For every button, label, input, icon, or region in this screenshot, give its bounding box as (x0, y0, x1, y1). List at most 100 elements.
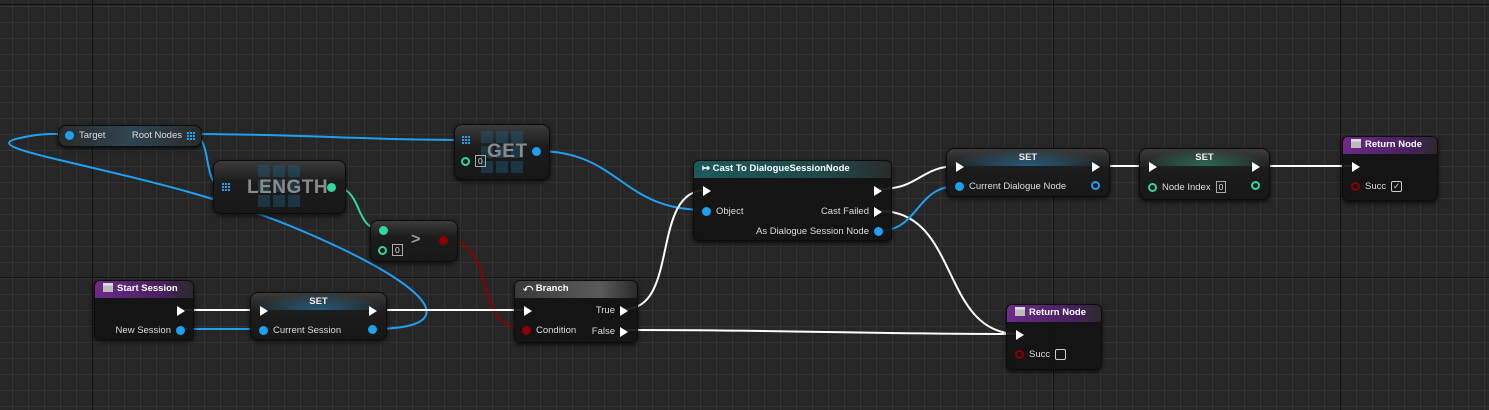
exec-out-pin[interactable] (1092, 162, 1100, 172)
node-title: SET (947, 149, 1109, 166)
node-title: Branch (535, 283, 569, 294)
branch-node[interactable]: ⤺ Branch True Condition False (514, 280, 638, 343)
cast-failed-pin[interactable]: Cast Failed (821, 206, 882, 217)
succ-checkbox[interactable] (1055, 349, 1067, 360)
exec-pin-icon (620, 326, 628, 337)
object-pin-icon (368, 325, 377, 334)
exec-in-pin[interactable] (1016, 330, 1024, 340)
false-pin[interactable]: False (592, 326, 628, 337)
array-pin-icon (187, 131, 195, 140)
node-title: LENGTH (247, 177, 329, 198)
index-pin[interactable]: 0 (461, 155, 486, 167)
greater-than-node[interactable]: > 0 (370, 220, 458, 262)
exec-pin-icon (1352, 162, 1360, 172)
wire-root-to-get (189, 133, 467, 141)
array-in-pin[interactable] (222, 183, 230, 191)
pin-label: Current Session (273, 325, 342, 336)
function-icon (1015, 307, 1025, 316)
object-pin[interactable]: Object (702, 206, 743, 217)
b-input[interactable]: 0 (392, 244, 403, 256)
node-title: SET (251, 293, 386, 310)
int-pin-icon (327, 183, 336, 192)
pin-label: Succ (1365, 181, 1387, 192)
exec-in-pin[interactable] (1149, 162, 1157, 172)
start-session-node[interactable]: Start Session New Session (94, 280, 194, 340)
set-current-session-node[interactable]: SET Current Session (250, 292, 387, 340)
exec-pin-icon (1149, 162, 1157, 172)
succ-pin[interactable]: Succ ✓ (1351, 181, 1403, 192)
exec-pin-icon (874, 186, 882, 196)
succ-pin[interactable]: Succ (1015, 349, 1067, 360)
output-pin[interactable] (1251, 181, 1260, 190)
array-in-pin[interactable] (462, 136, 470, 144)
exec-pin-icon (369, 306, 377, 316)
node-title: Start Session (117, 283, 178, 294)
index-input[interactable]: 0 (475, 155, 486, 167)
node-title: > (411, 231, 421, 248)
cast-node[interactable]: ↦ Cast To DialogueSessionNode Object Cas… (693, 160, 892, 241)
node-header: Return Node (1007, 305, 1101, 322)
output-pin[interactable] (368, 325, 377, 334)
bool-pin-icon (522, 326, 531, 335)
pin-label: Current Dialogue Node (969, 181, 1067, 192)
exec-in-pin[interactable] (703, 186, 711, 196)
node-title: GET (487, 141, 528, 162)
get-out-pin[interactable] (532, 147, 541, 156)
exec-out-pin[interactable] (874, 186, 882, 196)
exec-in-pin[interactable] (956, 162, 964, 172)
node-index-input[interactable]: 0 (1215, 181, 1227, 193)
true-pin[interactable]: True (596, 305, 628, 316)
root-nodes-variable-node[interactable]: Target Root Nodes (58, 125, 202, 147)
root-nodes-pin[interactable]: Root Nodes (132, 130, 195, 141)
return-node-fail[interactable]: Return Node Succ (1006, 304, 1102, 370)
exec-in-pin[interactable] (260, 306, 268, 316)
b-pin[interactable]: 0 (378, 244, 403, 256)
condition-pin[interactable]: Condition (522, 325, 576, 336)
object-pin-icon (65, 131, 74, 140)
exec-in-pin[interactable] (524, 306, 532, 316)
int-pin-icon (1251, 181, 1260, 190)
exec-out-pin[interactable] (1252, 162, 1260, 172)
set-current-dialogue-node[interactable]: SET Current Dialogue Node (946, 148, 1110, 197)
a-pin[interactable] (379, 226, 388, 235)
cast-icon: ↦ (702, 163, 713, 174)
array-pin-icon (462, 136, 470, 144)
branch-icon: ⤺ (523, 283, 536, 294)
return-node-success[interactable]: Return Node Succ ✓ (1342, 136, 1438, 201)
as-dialogue-session-node-pin[interactable]: As Dialogue Session Node (756, 226, 883, 237)
exec-pin-icon (956, 162, 964, 172)
set-node-index-node[interactable]: SET Node Index 0 (1139, 148, 1270, 200)
object-pin-icon (176, 326, 185, 335)
exec-out-pin[interactable] (177, 306, 185, 316)
current-dialogue-node-pin[interactable]: Current Dialogue Node (955, 181, 1066, 192)
length-node[interactable]: LENGTH (213, 160, 346, 214)
output-pin[interactable] (1091, 181, 1100, 190)
succ-checkbox[interactable]: ✓ (1391, 181, 1403, 192)
bool-pin-icon (1351, 182, 1360, 191)
node-title: SET (1140, 149, 1269, 166)
exec-pin-icon (177, 306, 185, 316)
object-pin-icon (874, 227, 883, 236)
pin-label: As Dialogue Session Node (755, 226, 869, 237)
pin-label: Node Index (1162, 181, 1211, 193)
length-out-pin[interactable] (327, 183, 336, 192)
exec-pin-icon (874, 206, 882, 217)
get-node[interactable]: GET 0 (454, 124, 550, 180)
function-icon (1351, 139, 1361, 148)
function-icon (103, 283, 113, 292)
pin-label: True (595, 305, 615, 316)
new-session-pin[interactable]: New Session (116, 325, 185, 336)
node-index-pin[interactable]: Node Index 0 (1148, 181, 1227, 193)
exec-out-pin[interactable] (369, 306, 377, 316)
pin-label: Cast Failed (820, 206, 869, 217)
object-pin-icon (259, 326, 268, 335)
result-pin[interactable] (439, 236, 448, 245)
target-pin[interactable]: Target (65, 130, 105, 141)
current-session-pin[interactable]: Current Session (259, 325, 341, 336)
object-pin-icon (1091, 181, 1100, 190)
node-header: ↦ Cast To DialogueSessionNode (694, 161, 891, 178)
pin-label: New Session (115, 325, 171, 336)
exec-pin-icon (260, 306, 268, 316)
exec-in-pin[interactable] (1352, 162, 1360, 172)
int-pin-icon (378, 245, 387, 255)
